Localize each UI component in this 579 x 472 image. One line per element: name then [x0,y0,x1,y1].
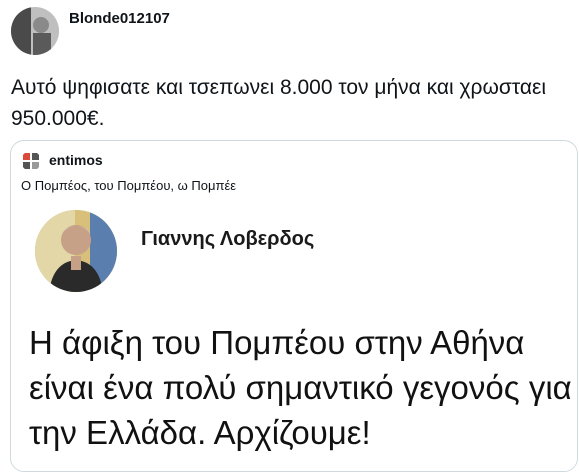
quoted-author-name[interactable]: entimos [49,152,103,168]
user-avatar[interactable] [11,7,59,55]
card-name: Γιαννης Λοβερδος [141,228,315,250]
quoted-tweet[interactable]: entimos Ο Πομπέος, του Πομπέου, ω Πομπέε… [10,140,578,472]
author-name[interactable]: Blonde012107 [69,10,170,27]
quoted-image-card[interactable]: Γιαννης Λοβερδος Η άφιξη του Πομπέου στη… [21,200,577,471]
tweet-text: Αυτό ψηφισατε και τσεπωνει 8.000 τον μήν… [11,76,547,130]
quoted-text: Ο Πομπέος, του Πομπέου, ω Πομπέε [21,178,237,193]
card-statement: Η άφιξη του Πομπέου στην Αθήνα είναι ένα… [29,324,572,451]
profile-photo [35,210,117,292]
quoted-avatar[interactable] [21,151,41,171]
